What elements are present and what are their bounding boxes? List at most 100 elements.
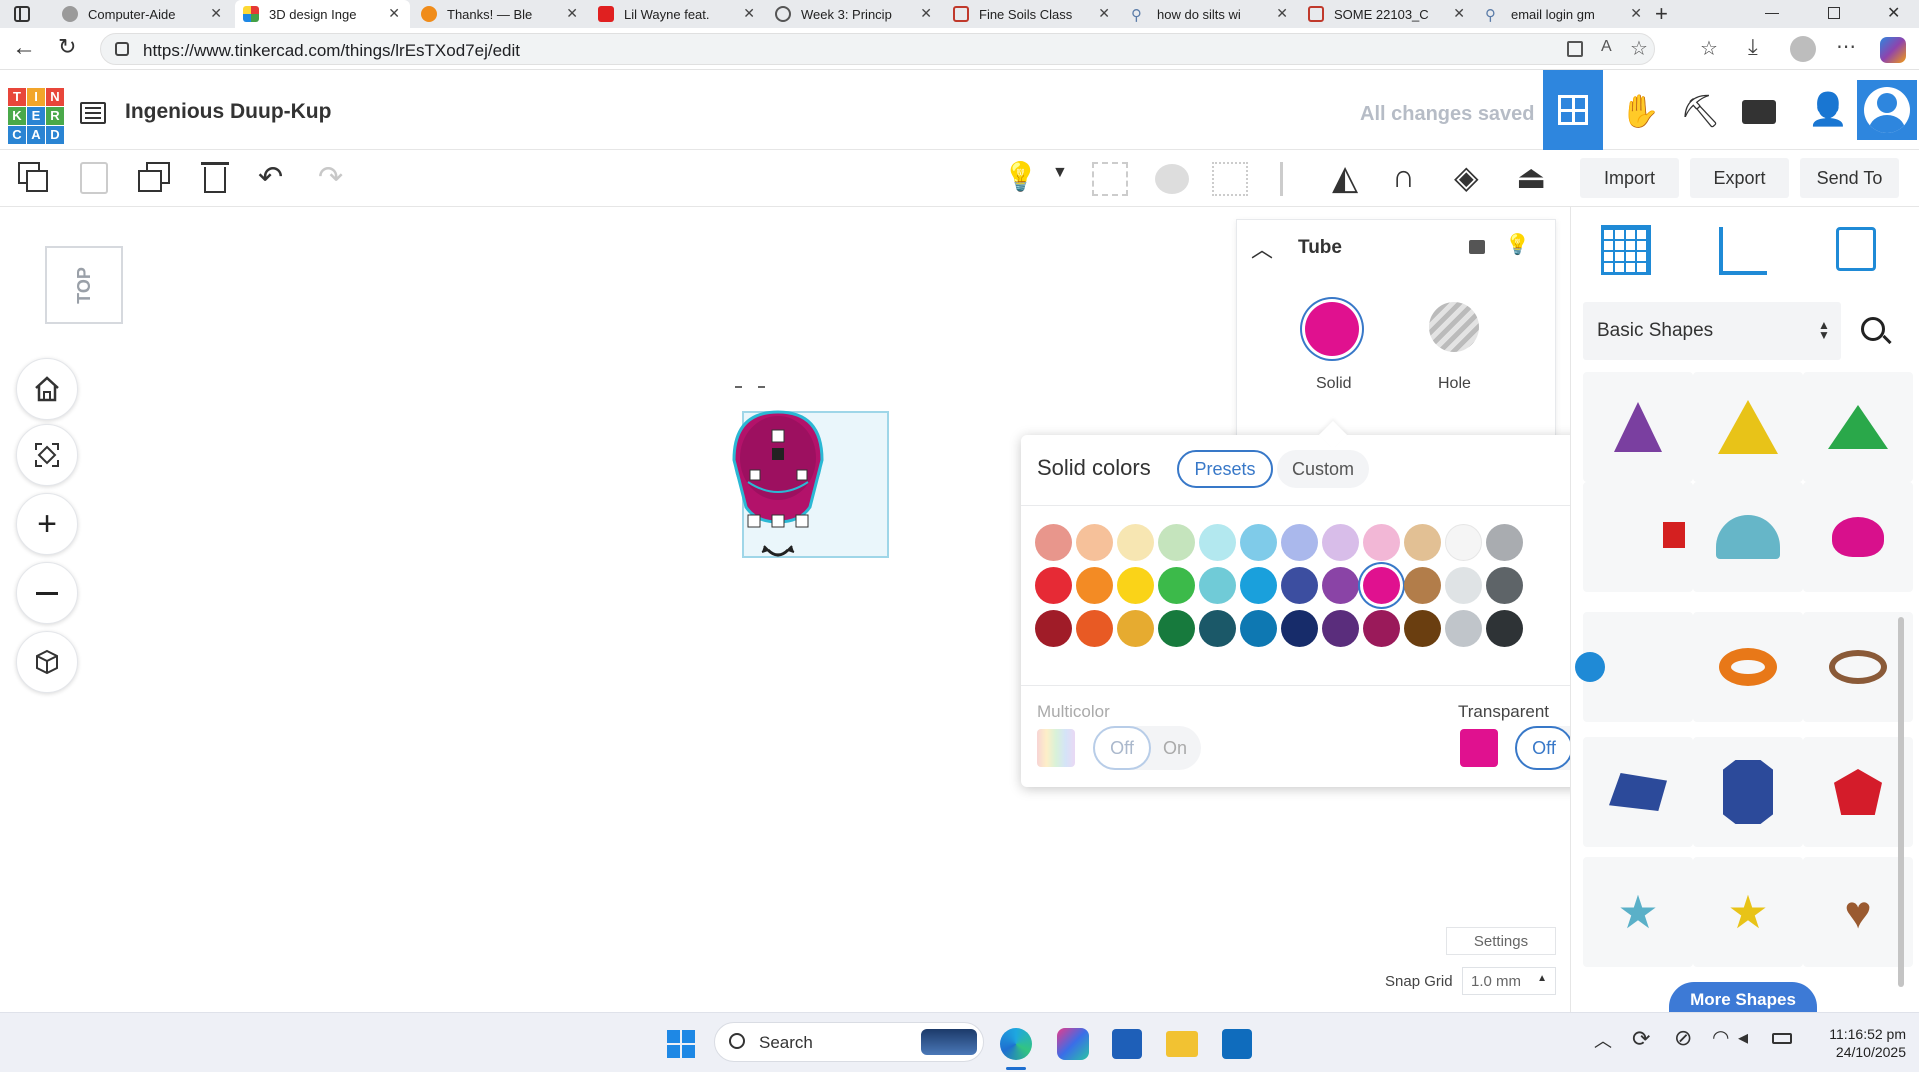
tab-close-icon[interactable]: ✕: [1453, 5, 1465, 22]
tab-close-icon[interactable]: ✕: [210, 5, 222, 22]
color-swatch[interactable]: [1486, 610, 1523, 647]
color-swatch[interactable]: [1117, 610, 1154, 647]
paraboloid-shape-tile[interactable]: [1803, 482, 1913, 592]
sim-lab-icon[interactable]: [1742, 100, 1776, 124]
design-list-icon[interactable]: [80, 102, 106, 124]
color-swatch[interactable]: [1199, 610, 1236, 647]
duplicate-icon[interactable]: [138, 162, 172, 194]
browser-tab[interactable]: SOME 22103_C ✕: [1300, 0, 1475, 28]
minimize-window-icon[interactable]: [1765, 13, 1779, 14]
app-available-icon[interactable]: [1567, 41, 1583, 57]
m365-icon[interactable]: [1057, 1028, 1089, 1060]
cone-shape-tile[interactable]: [1583, 372, 1693, 482]
battery-icon[interactable]: [1772, 1033, 1792, 1044]
more-menu-icon[interactable]: ⋯: [1836, 34, 1856, 59]
read-aloud-icon[interactable]: A: [1601, 38, 1612, 56]
color-swatch[interactable]: [1281, 610, 1318, 647]
color-swatch[interactable]: [1322, 524, 1359, 561]
color-swatch[interactable]: [1486, 567, 1523, 604]
ruler-icon[interactable]: [1719, 227, 1767, 275]
workplane-settings-button[interactable]: Settings: [1446, 927, 1556, 955]
windows-start-icon[interactable]: [667, 1030, 695, 1058]
transparent-off-option[interactable]: Off: [1515, 726, 1573, 770]
dropdown-chevron-icon[interactable]: ▼: [1052, 164, 1068, 182]
browser-tab[interactable]: ⚲ how do silts wi ✕: [1123, 0, 1298, 28]
color-swatch[interactable]: [1158, 524, 1195, 561]
tab-actions-icon[interactable]: [14, 6, 30, 22]
system-clock[interactable]: 11:16:52 pm 24/10/2025: [1806, 1025, 1906, 1061]
3d-view-button[interactable]: [1543, 70, 1603, 150]
icosahedron-shape-tile[interactable]: [1803, 737, 1913, 847]
heart-shape-tile[interactable]: ♥: [1803, 857, 1913, 967]
perspective-toggle-button[interactable]: [16, 631, 78, 693]
edge-browser-icon[interactable]: [1000, 1028, 1032, 1060]
color-swatch[interactable]: [1199, 524, 1236, 561]
home-view-button[interactable]: [16, 358, 78, 420]
tube-shape[interactable]: [720, 372, 900, 577]
zoom-out-button[interactable]: [16, 562, 78, 624]
color-swatch[interactable]: [1240, 567, 1277, 604]
polygon-shape-tile[interactable]: [1583, 737, 1693, 847]
color-swatch[interactable]: [1035, 524, 1072, 561]
close-window-icon[interactable]: ✕: [1887, 3, 1900, 23]
tab-close-icon[interactable]: ✕: [1098, 5, 1110, 22]
fit-view-button[interactable]: [16, 424, 78, 486]
file-explorer-icon[interactable]: [1166, 1031, 1198, 1057]
color-swatch[interactable]: [1158, 610, 1195, 647]
design-title[interactable]: Ingenious Duup-Kup: [125, 100, 331, 124]
export-button[interactable]: Export: [1690, 158, 1789, 198]
color-swatch[interactable]: [1445, 524, 1482, 561]
hole-swatch[interactable]: [1429, 302, 1479, 352]
shape-library-select[interactable]: Basic Shapes ▲ ▼: [1583, 302, 1841, 360]
color-swatch[interactable]: [1158, 567, 1195, 604]
presets-tab[interactable]: Presets: [1177, 450, 1273, 488]
volume-icon[interactable]: ◂: [1738, 1025, 1748, 1050]
zoom-in-button[interactable]: +: [16, 493, 78, 555]
color-swatch[interactable]: [1322, 610, 1359, 647]
browser-tab[interactable]: Lil Wayne feat. ✕: [590, 0, 765, 28]
hexagonal-prism-shape-tile[interactable]: [1693, 737, 1803, 847]
gold-star-shape-tile[interactable]: ★: [1693, 857, 1803, 967]
shape-name[interactable]: Tube: [1298, 237, 1342, 259]
color-swatch[interactable]: [1281, 524, 1318, 561]
color-swatch[interactable]: [1076, 567, 1113, 604]
custom-tab[interactable]: Custom: [1277, 450, 1369, 488]
browser-tab[interactable]: Fine Soils Class ✕: [945, 0, 1120, 28]
send-to-button[interactable]: Send To: [1800, 158, 1899, 198]
cruise-magnet-icon[interactable]: ∩: [1392, 158, 1415, 195]
color-swatch[interactable]: [1486, 524, 1523, 561]
import-button[interactable]: Import: [1580, 158, 1679, 198]
browser-tab[interactable]: Computer-Aide ✕: [54, 0, 232, 28]
color-swatch[interactable]: [1240, 610, 1277, 647]
workplane-grid-icon[interactable]: [1601, 225, 1651, 275]
show-hidden-icons-chevron[interactable]: ︿: [1594, 1027, 1612, 1053]
sphere-shape-tile[interactable]: [1575, 612, 1693, 722]
search-shapes-icon[interactable]: [1861, 317, 1892, 345]
color-swatch[interactable]: [1035, 610, 1072, 647]
browser-tab[interactable]: ⚲ email login gm ✕: [1477, 0, 1652, 28]
color-swatch[interactable]: [1076, 610, 1113, 647]
undo-icon[interactable]: ↶: [258, 160, 283, 195]
notifications-off-icon[interactable]: ⊘: [1674, 1025, 1692, 1051]
outlook-icon[interactable]: [1222, 1029, 1252, 1059]
color-swatch[interactable]: [1404, 567, 1441, 604]
url-field[interactable]: https://www.tinkercad.com/things/lrEsTXo…: [100, 33, 1655, 65]
browser-tab[interactable]: Week 3: Princip ✕: [767, 0, 942, 28]
wifi-icon[interactable]: ◠: [1712, 1025, 1729, 1050]
tab-close-icon[interactable]: ✕: [743, 5, 755, 22]
mirror-icon[interactable]: ◭: [1332, 158, 1358, 198]
show-hide-lightbulb-icon[interactable]: 💡: [1003, 160, 1038, 193]
view-cube[interactable]: TOP: [45, 246, 123, 324]
taskbar-search-box[interactable]: Search: [714, 1022, 984, 1062]
tab-close-icon[interactable]: ✕: [566, 5, 578, 22]
tab-close-icon[interactable]: ✕: [1276, 5, 1288, 22]
color-swatch[interactable]: [1199, 567, 1236, 604]
color-swatch-selected[interactable]: [1363, 567, 1400, 604]
color-swatch[interactable]: [1322, 567, 1359, 604]
color-swatch[interactable]: [1445, 567, 1482, 604]
back-arrow-icon[interactable]: ←: [12, 34, 36, 62]
workplane-icon[interactable]: ◈: [1454, 158, 1479, 196]
microsoft-store-icon[interactable]: [1112, 1029, 1142, 1059]
snap-grid-select[interactable]: 1.0 mm ▲: [1462, 967, 1556, 995]
color-swatch[interactable]: [1117, 524, 1154, 561]
